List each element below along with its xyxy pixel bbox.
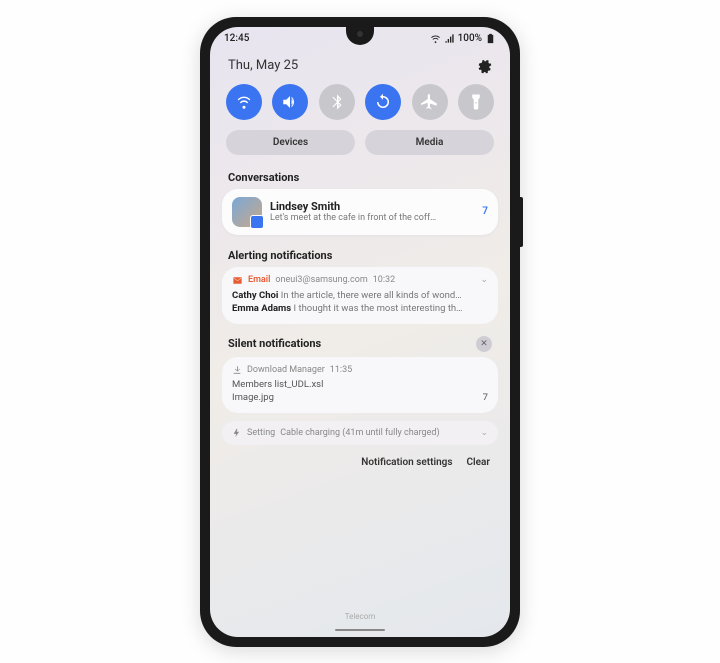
sound-icon <box>281 93 299 111</box>
rotate-icon <box>374 93 392 111</box>
file-item: Image.jpg7 <box>232 392 488 403</box>
chevron-down-icon[interactable]: ⌄ <box>480 428 488 438</box>
battery-icon <box>485 33 496 44</box>
panel-header: Thu, May 25 <box>210 48 510 80</box>
message-preview: Let's meet at the cafe in front of the c… <box>270 213 470 223</box>
alerting-title: Alerting notifications <box>210 243 510 267</box>
email-icon <box>232 275 243 286</box>
date-label: Thu, May 25 <box>228 58 298 73</box>
carrier-label: Telecom <box>210 612 510 621</box>
quick-settings-row <box>210 80 510 130</box>
app-name: Setting <box>247 428 275 438</box>
email-card[interactable]: Email oneui3@samsung.com 10:32 ⌄ Cathy C… <box>222 267 498 324</box>
download-time: 11:35 <box>330 365 352 375</box>
contact-name: Lindsey Smith <box>270 200 470 213</box>
battery-percent: 100% <box>458 33 482 44</box>
wifi-icon <box>235 93 253 111</box>
bluetooth-icon <box>328 93 346 111</box>
conversations-title: Conversations <box>210 165 510 189</box>
settings-icon[interactable] <box>476 58 492 74</box>
app-name: Download Manager <box>247 365 325 375</box>
clock: 12:45 <box>224 33 249 44</box>
airplane-icon <box>421 93 439 111</box>
flashlight-icon <box>467 93 485 111</box>
status-icons: 100% <box>430 33 496 44</box>
chevron-down-icon[interactable]: ⌄ <box>480 275 488 285</box>
devices-button[interactable]: Devices <box>226 130 355 155</box>
bolt-icon <box>232 428 242 438</box>
close-icon[interactable]: ✕ <box>476 336 492 352</box>
silent-title: Silent notifications <box>228 337 321 350</box>
qs-sound[interactable] <box>272 84 308 120</box>
conversation-card[interactable]: Lindsey Smith Let's meet at the cafe in … <box>222 189 498 235</box>
wifi-icon <box>430 33 441 44</box>
email-time: 10:32 <box>373 275 395 285</box>
download-card[interactable]: Download Manager 11:35 Members list_UDL.… <box>222 357 498 413</box>
qs-wifi[interactable] <box>226 84 262 120</box>
media-button[interactable]: Media <box>365 130 494 155</box>
email-address: oneui3@samsung.com <box>275 275 367 285</box>
avatar <box>232 197 262 227</box>
download-icon <box>232 365 242 375</box>
screen: 12:45 100% Thu, May 25 Devices Media Con… <box>210 27 510 637</box>
unread-count: 7 <box>478 206 488 217</box>
clear-button[interactable]: Clear <box>467 457 491 468</box>
email-item: Emma Adams I thought it was the most int… <box>232 303 488 314</box>
qs-bluetooth[interactable] <box>319 84 355 120</box>
charging-card[interactable]: Setting Cable charging (41m until fully … <box>222 421 498 445</box>
notification-settings-button[interactable]: Notification settings <box>361 457 452 468</box>
qs-flashlight[interactable] <box>458 84 494 120</box>
qs-airplane[interactable] <box>412 84 448 120</box>
charging-text: Cable charging (41m until fully charged) <box>280 428 439 438</box>
footer-buttons: Notification settings Clear <box>210 453 510 472</box>
phone-frame: 12:45 100% Thu, May 25 Devices Media Con… <box>200 17 520 647</box>
app-name: Email <box>248 275 270 285</box>
qs-rotate[interactable] <box>365 84 401 120</box>
nav-handle[interactable] <box>335 629 385 631</box>
email-item: Cathy Choi In the article, there were al… <box>232 290 488 301</box>
signal-icon <box>444 33 455 44</box>
file-item: Members list_UDL.xsl <box>232 379 488 390</box>
pill-row: Devices Media <box>210 130 510 165</box>
